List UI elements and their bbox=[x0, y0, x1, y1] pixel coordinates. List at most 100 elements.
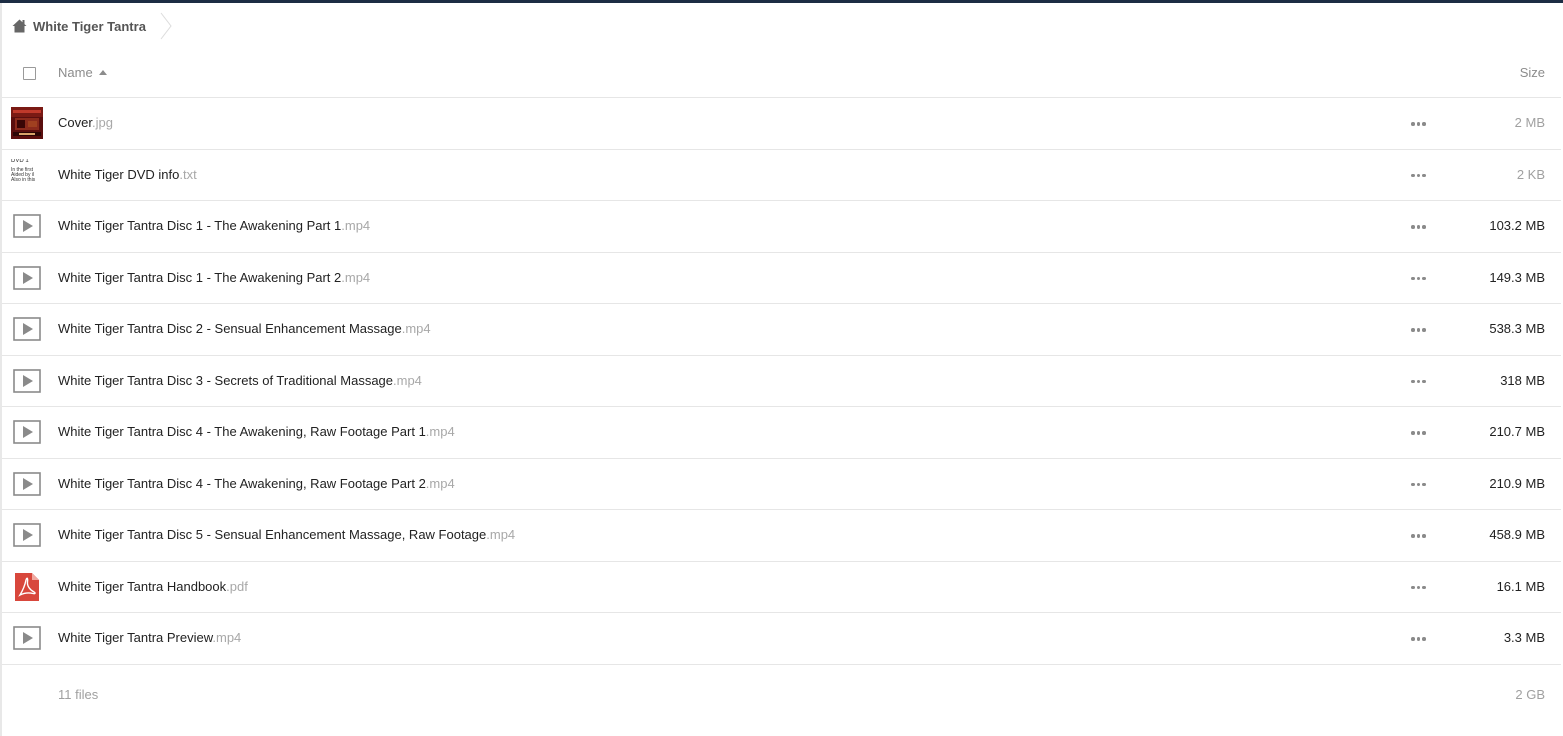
ellipsis-dot bbox=[1422, 431, 1426, 435]
ellipsis-icon bbox=[1411, 379, 1431, 383]
breadcrumb-separator-icon bbox=[160, 12, 172, 40]
breadcrumb-home[interactable]: White Tiger Tantra bbox=[12, 19, 146, 34]
file-name[interactable]: White Tiger Tantra Disc 4 - The Awakenin… bbox=[58, 459, 455, 509]
file-extension: .mp4 bbox=[486, 527, 516, 542]
ellipsis-dot bbox=[1416, 534, 1420, 538]
more-actions-button[interactable] bbox=[1411, 328, 1431, 334]
ellipsis-icon bbox=[1411, 276, 1431, 280]
sort-by-name[interactable]: Name bbox=[58, 65, 107, 80]
name-column-header: Name bbox=[58, 65, 93, 80]
select-all-checkbox[interactable] bbox=[23, 67, 36, 80]
ellipsis-dot bbox=[1416, 328, 1420, 332]
file-name[interactable]: White Tiger Tantra Disc 5 - Sensual Enha… bbox=[58, 510, 515, 560]
more-actions-button[interactable] bbox=[1411, 122, 1431, 128]
file-row[interactable]: White Tiger Tantra Disc 1 - The Awakenin… bbox=[2, 201, 1561, 253]
file-name[interactable]: White Tiger Tantra Disc 1 - The Awakenin… bbox=[58, 253, 370, 303]
sort-ascending-icon bbox=[98, 70, 107, 75]
ellipsis-dot bbox=[1422, 122, 1426, 126]
file-row[interactable]: Cover.jpg 2 MB bbox=[2, 98, 1561, 150]
file-basename: White Tiger Tantra Disc 1 - The Awakenin… bbox=[58, 269, 342, 285]
file-name[interactable]: White Tiger Tantra Disc 4 - The Awakenin… bbox=[58, 407, 455, 457]
ellipsis-dot bbox=[1411, 482, 1415, 486]
file-size: 16.1 MB bbox=[1496, 578, 1545, 594]
file-row[interactable]: DVD 1 In the first Aided by il Also in this… bbox=[2, 150, 1561, 201]
ellipsis-dot bbox=[1422, 328, 1426, 332]
breadcrumb: White Tiger Tantra bbox=[12, 10, 172, 42]
ellipsis-dot bbox=[1416, 637, 1420, 641]
file-row[interactable]: White Tiger Tantra Handbook.pdf 16.1 MB bbox=[2, 562, 1561, 613]
file-basename: White Tiger DVD info bbox=[58, 166, 180, 182]
more-actions-button[interactable] bbox=[1411, 225, 1431, 231]
file-basename: White Tiger Tantra Disc 1 - The Awakenin… bbox=[58, 218, 342, 233]
video-icon bbox=[11, 468, 43, 500]
video-icon bbox=[11, 262, 43, 294]
file-name[interactable]: White Tiger DVD info.txt bbox=[58, 150, 197, 200]
image-thumbnail bbox=[11, 107, 43, 139]
video-icon bbox=[11, 416, 43, 448]
file-size: 103.2 MB bbox=[1489, 218, 1545, 233]
file-size: 318 MB bbox=[1500, 372, 1545, 388]
file-extension: .mp4 bbox=[393, 372, 422, 388]
more-actions-button[interactable] bbox=[1411, 534, 1431, 540]
ellipsis-icon bbox=[1411, 431, 1431, 435]
ellipsis-icon bbox=[1411, 173, 1431, 177]
file-size: 2 KB bbox=[1516, 166, 1545, 182]
file-extension: .mp4 bbox=[341, 269, 371, 285]
file-name[interactable]: White Tiger Tantra Disc 2 - Sensual Enha… bbox=[58, 304, 431, 354]
file-row[interactable]: White Tiger Tantra Disc 1 - The Awakenin… bbox=[2, 253, 1561, 304]
ellipsis-icon bbox=[1411, 122, 1431, 126]
video-icon bbox=[11, 519, 43, 551]
text-preview: DVD 1 In the first Aided by il Also in this bbox=[11, 159, 43, 191]
more-actions-button[interactable] bbox=[1411, 431, 1431, 437]
size-column-header[interactable]: Size bbox=[1520, 65, 1545, 80]
file-row[interactable]: White Tiger Tantra Disc 4 - The Awakenin… bbox=[2, 407, 1561, 459]
more-actions-button[interactable] bbox=[1411, 637, 1431, 643]
ellipsis-dot bbox=[1422, 173, 1426, 177]
file-row[interactable]: White Tiger Tantra Disc 3 - Secrets of T… bbox=[2, 356, 1561, 407]
ellipsis-dot bbox=[1416, 431, 1420, 435]
ellipsis-dot bbox=[1422, 637, 1426, 641]
file-name[interactable]: White Tiger Tantra Handbook.pdf bbox=[58, 562, 248, 612]
file-size: 210.7 MB bbox=[1489, 424, 1545, 439]
file-row[interactable]: White Tiger Tantra Disc 2 - Sensual Enha… bbox=[2, 304, 1561, 356]
file-basename: White Tiger Tantra Disc 5 - Sensual Enha… bbox=[58, 527, 487, 542]
file-extension: .mp4 bbox=[401, 321, 431, 336]
video-icon bbox=[11, 210, 43, 242]
file-size: 538.3 MB bbox=[1489, 321, 1545, 336]
breadcrumb-label: White Tiger Tantra bbox=[33, 18, 146, 34]
file-list: Cover.jpg 2 MB DVD 1 In the first Aided by i… bbox=[2, 98, 1561, 665]
file-size: 210.9 MB bbox=[1489, 475, 1545, 491]
file-name[interactable]: White Tiger Tantra Disc 1 - The Awakenin… bbox=[58, 201, 370, 251]
more-actions-button[interactable] bbox=[1411, 379, 1431, 386]
file-size: 2 MB bbox=[1514, 115, 1545, 130]
file-name[interactable]: White Tiger Tantra Disc 3 - Secrets of T… bbox=[58, 356, 422, 406]
ellipsis-icon bbox=[1411, 637, 1431, 641]
ellipsis-dot bbox=[1416, 585, 1420, 589]
ellipsis-dot bbox=[1416, 482, 1420, 486]
more-actions-button[interactable] bbox=[1411, 173, 1431, 180]
ellipsis-dot bbox=[1416, 379, 1420, 383]
ellipsis-icon bbox=[1411, 482, 1431, 486]
video-icon bbox=[11, 365, 43, 397]
file-extension: .txt bbox=[179, 166, 197, 182]
file-name[interactable]: White Tiger Tantra Preview.mp4 bbox=[58, 613, 241, 663]
ellipsis-dot bbox=[1411, 585, 1415, 589]
ellipsis-dot bbox=[1411, 328, 1415, 332]
file-row[interactable]: White Tiger Tantra Preview.mp4 3.3 MB bbox=[2, 613, 1561, 665]
file-extension: .jpg bbox=[91, 115, 113, 130]
more-actions-button[interactable] bbox=[1411, 482, 1431, 489]
ellipsis-dot bbox=[1422, 379, 1426, 383]
ellipsis-dot bbox=[1411, 276, 1415, 280]
file-name[interactable]: Cover.jpg bbox=[58, 98, 113, 148]
ellipsis-dot bbox=[1411, 431, 1415, 435]
file-basename: Cover bbox=[58, 115, 92, 130]
file-row[interactable]: White Tiger Tantra Disc 5 - Sensual Enha… bbox=[2, 510, 1561, 562]
ellipsis-dot bbox=[1411, 379, 1415, 383]
pdf-icon bbox=[11, 571, 43, 603]
file-row[interactable]: White Tiger Tantra Disc 4 - The Awakenin… bbox=[2, 459, 1561, 510]
more-actions-button[interactable] bbox=[1411, 276, 1431, 283]
more-actions-button[interactable] bbox=[1411, 585, 1431, 592]
file-size: 149.3 MB bbox=[1489, 269, 1545, 285]
file-basename: White Tiger Tantra Disc 2 - Sensual Enha… bbox=[58, 321, 402, 336]
file-extension: .mp4 bbox=[425, 475, 455, 491]
